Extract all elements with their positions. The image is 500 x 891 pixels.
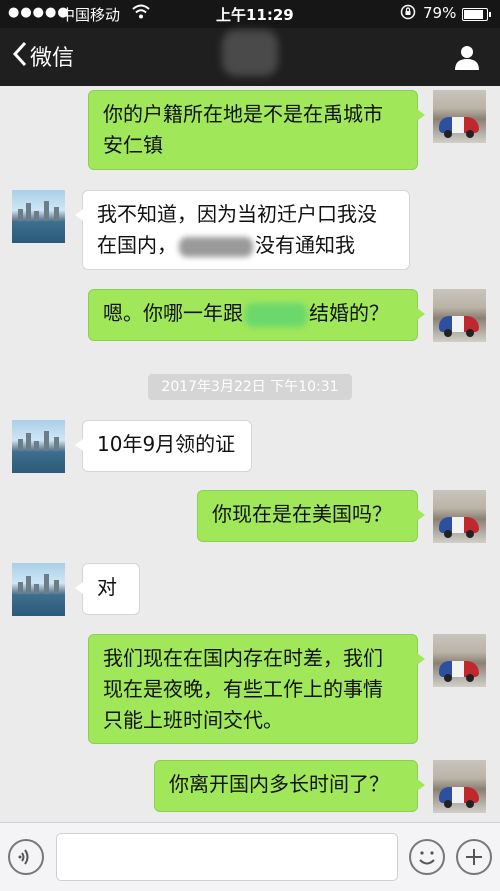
my-avatar[interactable]: [433, 90, 486, 143]
carrier-name: 中国移动: [60, 6, 121, 24]
battery-percent: 79%: [423, 4, 457, 22]
message-text: 没有通知我: [255, 233, 355, 257]
battery-icon: [462, 8, 491, 21]
message-text: 你离开国内多长时间了？: [169, 772, 389, 796]
message-bubble-sent[interactable]: 我们现在在国内存在时差，我们 现在是夜晚，有些工作上的事情 只能上班时间交代。: [88, 634, 425, 744]
message-input[interactable]: [56, 833, 398, 881]
message-text: 你现在是在美国吗？: [212, 502, 392, 526]
message-bubble-received[interactable]: 我不知道，因为当初迁户口我没 在国内， 没有通知我: [75, 190, 410, 270]
message-text: 我不知道，因为当初迁户口我没: [97, 202, 377, 226]
back-label: 微信: [30, 46, 75, 71]
voice-icon[interactable]: [8, 839, 44, 875]
message-text: 现在是夜晚，有些工作上的事情: [103, 677, 383, 701]
contact-avatar[interactable]: [12, 190, 65, 243]
my-avatar[interactable]: [433, 634, 486, 687]
message-timestamp: 2017年3月22日 下午10:31: [148, 374, 352, 400]
emoji-icon[interactable]: [409, 839, 445, 875]
plus-icon[interactable]: [456, 839, 492, 875]
message-bubble-sent[interactable]: 你离开国内多长时间了？: [154, 760, 425, 812]
person-icon[interactable]: [452, 42, 482, 72]
message-text: 你的户籍所在地是不是在禹城市: [103, 102, 383, 126]
chat-area: 你的户籍所在地是不是在禹城市 安仁镇 我不知道，因为当初迁户口我没 在国内， 没有…: [0, 86, 500, 822]
message-bubble-received[interactable]: 对: [75, 563, 140, 615]
message-text: 10年9月领的证: [97, 432, 236, 456]
wifi-icon: [131, 3, 151, 25]
message-text: 嗯。你哪一年跟: [103, 301, 243, 325]
redacted-name: [179, 236, 253, 257]
message-bubble-sent[interactable]: 你现在是在美国吗？: [197, 490, 425, 542]
status-bar: ●●●●● 中国移动 上午11:29 79%: [0, 0, 500, 28]
my-avatar[interactable]: [433, 289, 486, 342]
message-bubble-received[interactable]: 10年9月领的证: [75, 420, 252, 472]
my-avatar[interactable]: [433, 760, 486, 813]
clock: 上午11:29: [216, 6, 294, 24]
message-text: 结婚的？: [309, 301, 389, 325]
message-bubble-sent[interactable]: 嗯。你哪一年跟 结婚的？: [88, 289, 425, 341]
contact-avatar[interactable]: [12, 563, 65, 616]
back-button[interactable]: 微信: [12, 40, 74, 72]
contact-avatar[interactable]: [12, 420, 65, 473]
nav-bar: 微信: [0, 28, 500, 86]
contact-name-redacted: [222, 30, 278, 76]
message-text-line: 嗯。你哪一年跟 结婚的？: [103, 298, 403, 329]
input-bar: [0, 822, 500, 891]
chevron-left-icon: [12, 41, 28, 72]
rotation-lock-icon: [400, 4, 416, 24]
my-avatar[interactable]: [433, 490, 486, 543]
message-text: 在国内，: [97, 233, 177, 257]
message-bubble-sent[interactable]: 你的户籍所在地是不是在禹城市 安仁镇: [88, 90, 425, 170]
message-text: 我们现在在国内存在时差，我们: [103, 646, 383, 670]
message-text: 安仁镇: [103, 133, 163, 157]
message-text-line: 在国内， 没有通知我: [97, 230, 395, 261]
redacted-name: [245, 302, 307, 327]
message-text: 对: [97, 575, 117, 599]
message-text: 只能上班时间交代。: [103, 708, 283, 732]
